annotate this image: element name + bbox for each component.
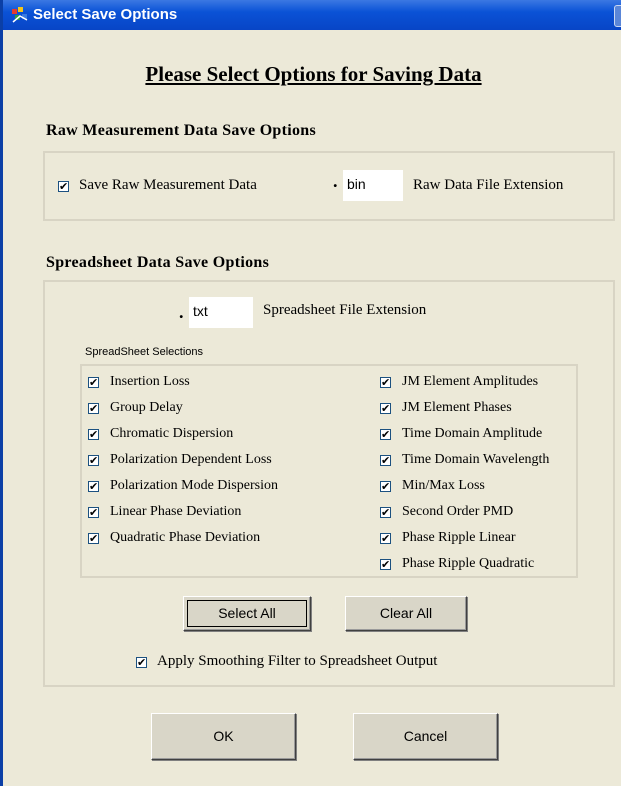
check-icon: ✔ — [89, 402, 99, 415]
selection-checkbox[interactable]: ✔ — [88, 507, 99, 518]
selection-label: Group Delay — [110, 400, 183, 415]
raw-extension-field[interactable]: bin — [343, 170, 403, 201]
check-icon: ✔ — [381, 532, 391, 545]
selection-label: Quadratic Phase Deviation — [110, 530, 261, 545]
raw-extension-label: Raw Data File Extension — [413, 177, 564, 193]
selection-label: JM Element Amplitudes — [402, 374, 539, 389]
check-icon: ✔ — [89, 532, 99, 545]
selection-label: Time Domain Amplitude — [402, 426, 543, 441]
selection-checkbox[interactable]: ✔ — [380, 455, 391, 466]
selection-checkbox[interactable]: ✔ — [88, 533, 99, 544]
smoothing-label: Apply Smoothing Filter to Spreadsheet Ou… — [157, 653, 438, 669]
selection-checkbox[interactable]: ✔ — [88, 481, 99, 492]
ok-button[interactable]: OK — [151, 713, 296, 760]
save-raw-label: Save Raw Measurement Data — [79, 177, 257, 193]
check-icon: ✔ — [89, 454, 99, 467]
check-icon: ✔ — [137, 656, 147, 669]
app-icon — [12, 7, 28, 23]
close-icon[interactable] — [614, 5, 621, 27]
selection-label: Polarization Mode Dispersion — [110, 478, 278, 493]
spreadsheet-extension-field[interactable]: txt — [189, 297, 253, 328]
save-raw-checkbox[interactable]: ✔ — [58, 181, 69, 192]
check-icon: ✔ — [381, 402, 391, 415]
check-icon: ✔ — [381, 454, 391, 467]
title-bar[interactable]: Select Save Options — [3, 0, 621, 30]
cancel-button[interactable]: Cancel — [353, 713, 498, 760]
check-icon: ✔ — [381, 506, 391, 519]
dialog-window: Select Save Options Please Select Option… — [0, 0, 621, 786]
check-icon: ✔ — [89, 480, 99, 493]
clear-all-button[interactable]: Clear All — [345, 596, 467, 631]
raw-section-title: Raw Measurement Data Save Options — [46, 122, 317, 139]
spreadsheet-extension-label: Spreadsheet File Extension — [263, 302, 427, 318]
check-icon: ✔ — [381, 480, 391, 493]
selection-checkbox[interactable]: ✔ — [88, 429, 99, 440]
check-icon: ✔ — [89, 506, 99, 519]
selection-checkbox[interactable]: ✔ — [88, 377, 99, 388]
page-heading: Please Select Options for Saving Data — [145, 62, 482, 86]
spreadsheet-extension-dot: . — [179, 302, 184, 322]
selection-checkbox[interactable]: ✔ — [380, 429, 391, 440]
selection-label: JM Element Phases — [402, 400, 512, 415]
selection-label: Phase Ripple Quadratic — [402, 556, 535, 571]
selection-checkbox[interactable]: ✔ — [88, 403, 99, 414]
raw-extension-dot: . — [333, 171, 338, 191]
selection-checkbox[interactable]: ✔ — [380, 481, 391, 492]
selection-label: Polarization Dependent Loss — [110, 452, 272, 467]
check-icon: ✔ — [89, 376, 99, 389]
selection-checkbox[interactable]: ✔ — [380, 559, 391, 570]
selection-label: Chromatic Dispersion — [110, 426, 234, 441]
select-all-button[interactable]: Select All — [183, 596, 311, 631]
smoothing-checkbox[interactable]: ✔ — [136, 657, 147, 668]
selection-label: Min/Max Loss — [402, 478, 485, 493]
selection-label: Insertion Loss — [110, 374, 190, 389]
check-icon: ✔ — [59, 180, 69, 193]
selection-label: Phase Ripple Linear — [402, 530, 516, 545]
selection-checkbox[interactable]: ✔ — [380, 507, 391, 518]
check-icon: ✔ — [381, 376, 391, 389]
selection-label: Linear Phase Deviation — [110, 504, 242, 519]
window-title: Select Save Options — [33, 6, 178, 23]
selection-checkbox[interactable]: ✔ — [380, 533, 391, 544]
selection-checkbox[interactable]: ✔ — [380, 377, 391, 388]
check-icon: ✔ — [89, 428, 99, 441]
check-icon: ✔ — [381, 558, 391, 571]
spreadsheet-section-title: Spreadsheet Data Save Options — [46, 254, 270, 271]
check-icon: ✔ — [381, 428, 391, 441]
spreadsheet-selections-label: SpreadSheet Selections — [85, 346, 204, 358]
selection-checkbox[interactable]: ✔ — [380, 403, 391, 414]
selection-label: Second Order PMD — [402, 504, 514, 519]
selection-checkbox[interactable]: ✔ — [88, 455, 99, 466]
selection-label: Time Domain Wavelength — [402, 452, 550, 467]
